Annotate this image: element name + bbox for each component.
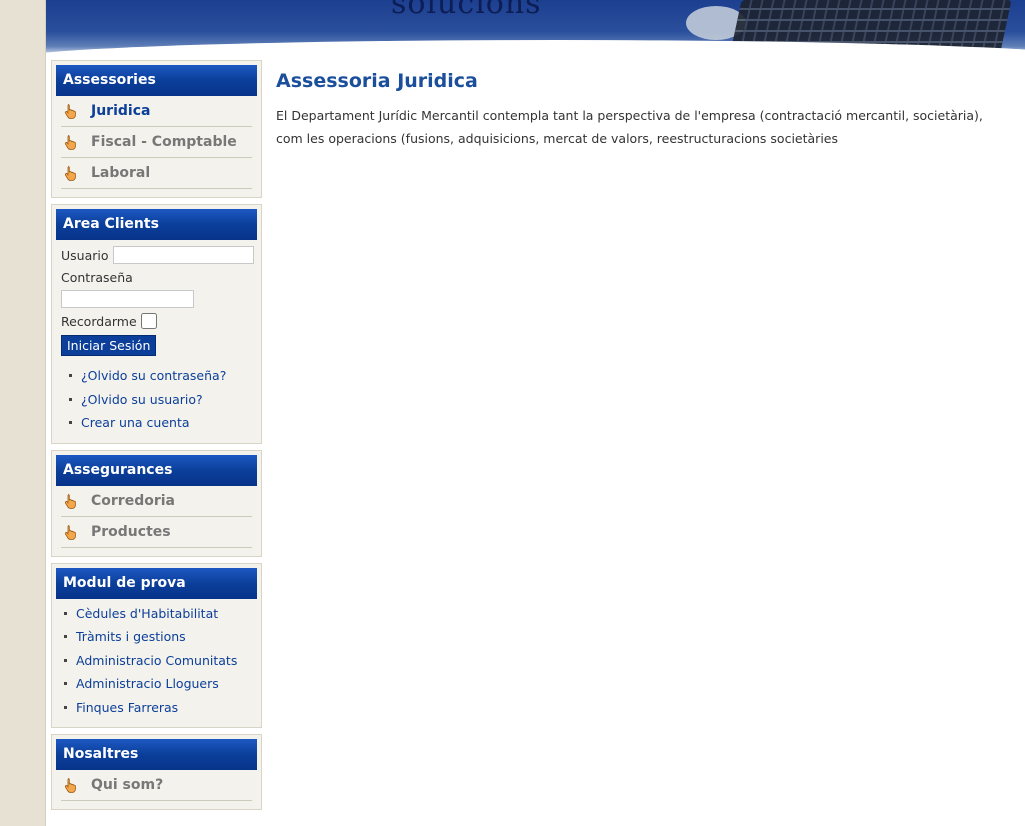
page-title: Assessoria Juridica (276, 70, 478, 92)
page-body: El Departament Jurídic Mercantil contemp… (276, 108, 983, 146)
link-administracio-lloguers[interactable]: Administracio Lloguers (64, 672, 257, 696)
module-title: Assegurances (56, 454, 257, 486)
menu-item-label: Juridica (91, 103, 151, 119)
menu-item-laboral[interactable]: Laboral (61, 158, 252, 189)
login-button[interactable]: Iniciar Sesión (61, 335, 157, 356)
username-label: Usuario (61, 247, 109, 263)
bullet-icon (69, 374, 72, 378)
logo-text: solucions (391, 0, 542, 21)
menu-item-label: Laboral (91, 165, 151, 181)
assegurances-module: Assegurances Corredoria Productes (51, 449, 262, 557)
bullet-icon (64, 611, 67, 615)
menu-item-qui-som[interactable]: Qui som? (61, 770, 252, 801)
username-input[interactable] (112, 246, 254, 264)
link-label: Cèdules d'Habitabilitat (76, 605, 219, 621)
link-tramits[interactable]: Tràmits i gestions (64, 625, 257, 649)
account-links: ¿Olvido su contraseña? ¿Olvido su usuari… (61, 364, 252, 435)
link-label: Finques Farreras (76, 699, 179, 715)
menu-item-productes[interactable]: Productes (61, 517, 252, 548)
link-label: Administracio Comunitats (76, 652, 238, 668)
page: solucions Assessories Juridica Fiscal - … (45, 0, 1025, 826)
sidebar: Assessories Juridica Fiscal - Comptable … (51, 60, 262, 816)
remember-checkbox[interactable] (140, 313, 157, 329)
link-label: ¿Olvido su usuario? (81, 391, 203, 407)
bullet-icon (64, 635, 67, 639)
link-cedules[interactable]: Cèdules d'Habitabilitat (64, 602, 257, 626)
modul-links: Cèdules d'Habitabilitat Tràmits i gestio… (56, 602, 257, 720)
pointing-hand-icon (64, 524, 76, 540)
link-label: Tràmits i gestions (76, 629, 186, 645)
forgot-password-link[interactable]: ¿Olvido su contraseña? (69, 364, 252, 388)
menu-item-fiscal-comptable[interactable]: Fiscal - Comptable (61, 127, 252, 158)
remember-label: Recordarme (61, 313, 137, 329)
module-title: Area Clients (56, 209, 257, 240)
menu-item-label: Corredoria (91, 492, 175, 509)
modul-de-prova-module: Modul de prova Cèdules d'Habitabilitat T… (51, 562, 262, 728)
menu-item-juridica[interactable]: Juridica (61, 96, 252, 127)
forgot-username-link[interactable]: ¿Olvido su usuario? (69, 388, 252, 412)
link-label: ¿Olvido su contraseña? (81, 368, 227, 384)
login-form: Usuario Contraseña Recordarme Iniciar Se… (56, 240, 257, 435)
create-account-link[interactable]: Crear una cuenta (69, 411, 252, 435)
password-input[interactable] (61, 290, 194, 308)
pointing-hand-icon (64, 493, 76, 509)
header-banner: solucions (46, 0, 1025, 58)
pointing-hand-icon (64, 104, 76, 119)
assessories-module: Assessories Juridica Fiscal - Comptable … (51, 60, 262, 198)
bullet-icon (69, 397, 72, 401)
nosaltres-module: Nosaltres Qui som? (51, 734, 262, 810)
bullet-icon (64, 705, 67, 709)
menu-item-label: Qui som? (91, 777, 164, 793)
menu-item-label: Productes (91, 523, 171, 540)
menu-item-label: Fiscal - Comptable (91, 134, 237, 150)
module-title: Assessories (56, 65, 257, 96)
link-finques-farreras[interactable]: Finques Farreras (64, 696, 257, 720)
password-label: Contraseña (61, 269, 133, 285)
area-clients-module: Area Clients Usuario Contraseña Recordar… (51, 204, 262, 444)
link-label: Crear una cuenta (81, 415, 190, 431)
link-label: Administracio Lloguers (76, 676, 219, 692)
module-title: Modul de prova (56, 567, 257, 599)
bullet-icon (64, 682, 67, 686)
main-content: Assessoria Juridica El Departament Juríd… (276, 70, 1006, 150)
bullet-icon (64, 658, 67, 662)
pointing-hand-icon (64, 135, 76, 150)
bullet-icon (69, 421, 72, 425)
pointing-hand-icon (64, 778, 76, 793)
pointing-hand-icon (64, 166, 76, 181)
link-administracio-comunitats[interactable]: Administracio Comunitats (64, 649, 257, 673)
module-title: Nosaltres (56, 739, 257, 770)
menu-item-corredoria[interactable]: Corredoria (61, 486, 252, 517)
